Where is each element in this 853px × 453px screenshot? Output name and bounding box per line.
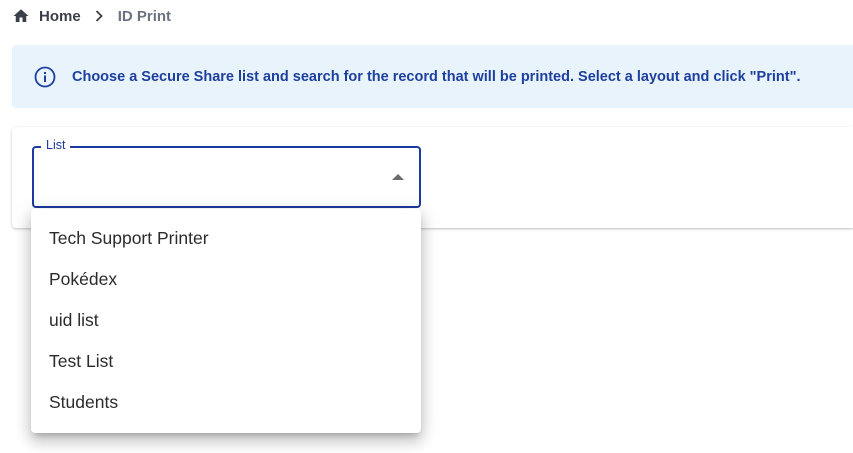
chevron-right-icon: [92, 9, 106, 23]
list-option[interactable]: Tech Support Printer: [31, 218, 421, 259]
breadcrumb-home-link[interactable]: Home: [39, 8, 81, 25]
info-message: Choose a Secure Share list and search fo…: [72, 68, 801, 85]
breadcrumb: Home ID Print: [12, 5, 171, 27]
info-banner: Choose a Secure Share list and search fo…: [12, 45, 853, 108]
list-option[interactable]: uid list: [31, 300, 421, 341]
list-option[interactable]: Pokédex: [31, 259, 421, 300]
info-circle-icon: [34, 66, 56, 88]
list-option[interactable]: Students: [31, 382, 421, 423]
list-option[interactable]: Test List: [31, 341, 421, 382]
breadcrumb-current: ID Print: [117, 7, 172, 25]
list-dropdown-menu: Tech Support Printer Pokédex uid list Te…: [31, 209, 421, 433]
caret-up-icon[interactable]: [392, 174, 404, 180]
home-icon[interactable]: [12, 7, 30, 25]
list-select[interactable]: [32, 146, 421, 208]
list-select-label: List: [41, 137, 71, 153]
